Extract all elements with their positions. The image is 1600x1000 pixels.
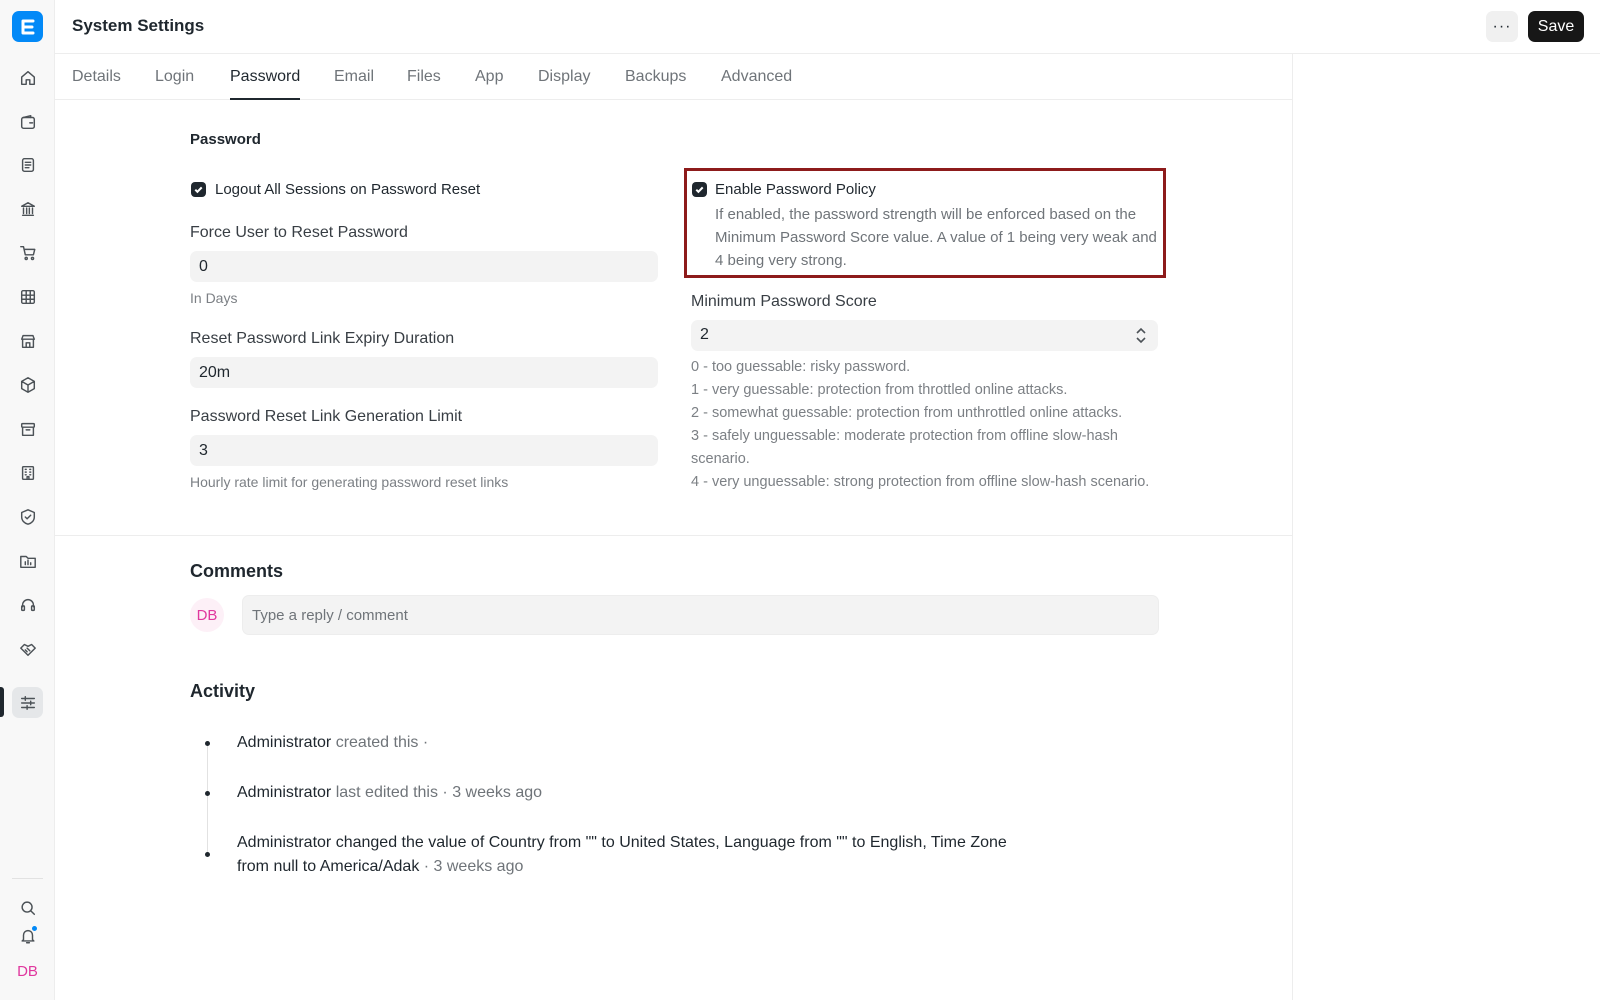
comment-input[interactable] [242, 595, 1159, 635]
gen-limit-help: Hourly rate limit for generating passwor… [190, 474, 509, 490]
user-avatar[interactable]: DB [12, 956, 43, 987]
app-logo-icon[interactable] [12, 11, 43, 42]
activity-item: Administrator last edited this · 3 weeks… [237, 781, 1017, 805]
expiry-label: Reset Password Link Expiry Duration [190, 330, 455, 347]
enable-policy-label: Enable Password Policy [715, 181, 876, 198]
app-root: DB System Settings ··· Save Details Logi… [0, 0, 1600, 1000]
sidebar: DB [0, 0, 55, 1000]
activity-value: United States [619, 834, 716, 851]
home-icon[interactable] [12, 62, 43, 93]
score-help-list: 0 - too guessable: risky password. 1 - v… [691, 356, 1161, 494]
page-title: System Settings [72, 16, 205, 35]
folder-chart-icon[interactable] [12, 545, 43, 576]
activity-text: to [298, 858, 320, 875]
headset-icon[interactable] [12, 589, 43, 620]
tab-advanced[interactable]: Advanced [721, 68, 792, 100]
tab-backups[interactable]: Backups [625, 68, 686, 100]
activity-text: last edited this · 3 weeks ago [335, 784, 543, 801]
right-panel-divider [1292, 54, 1293, 1000]
section-divider [55, 535, 1292, 536]
min-score-label: Minimum Password Score [691, 293, 877, 310]
enable-policy-checkbox[interactable] [692, 182, 707, 197]
tab-details[interactable]: Details [72, 68, 121, 100]
activity-text: changed the value of Country from "" to [331, 834, 620, 851]
comment-avatar: DB [190, 598, 224, 632]
score-help-item: 3 - safely unguessable: moderate protect… [691, 428, 1118, 467]
activity-user[interactable]: Administrator [237, 834, 331, 851]
activity-title: Activity [190, 681, 256, 701]
activity-user[interactable]: Administrator [237, 784, 331, 801]
comments-title: Comments [190, 561, 284, 581]
active-indicator [0, 687, 4, 717]
package-icon[interactable] [12, 369, 43, 400]
top-bar: System Settings ··· Save [55, 0, 1600, 54]
tab-email[interactable]: Email [334, 68, 374, 100]
more-options-button[interactable]: ··· [1486, 11, 1518, 42]
tab-bar: Details Login Password Email Files App D… [55, 54, 1292, 100]
activity-text: created this · [335, 734, 429, 751]
tab-password[interactable]: Password [230, 68, 301, 100]
document-icon[interactable] [12, 149, 43, 180]
force-reset-input[interactable] [190, 251, 658, 282]
logout-all-checkbox[interactable] [191, 182, 206, 197]
search-icon[interactable] [12, 892, 43, 923]
table-icon[interactable] [12, 281, 43, 312]
force-reset-label: Force User to Reset Password [190, 224, 408, 241]
handshake-icon[interactable] [12, 633, 43, 664]
timeline-dot [205, 791, 210, 796]
tab-files[interactable]: Files [407, 68, 441, 100]
tab-login[interactable]: Login [155, 68, 194, 100]
expiry-input[interactable] [190, 357, 658, 388]
store-icon[interactable] [12, 325, 43, 356]
activity-item: Administrator created this · [237, 731, 1017, 755]
score-help-item: 0 - too guessable: risky password. [691, 359, 911, 375]
section-title: Password [190, 131, 261, 148]
tab-display[interactable]: Display [538, 68, 590, 100]
activity-time: · 3 weeks ago [419, 858, 524, 875]
bank-icon[interactable] [12, 193, 43, 224]
archive-icon[interactable] [12, 413, 43, 444]
building-icon[interactable] [12, 457, 43, 488]
timeline-line [207, 743, 208, 856]
activity-user[interactable]: Administrator [237, 734, 331, 751]
shield-icon[interactable] [12, 501, 43, 532]
gen-limit-input[interactable] [190, 435, 658, 466]
policy-help: If enabled, the password strength will b… [715, 206, 1157, 269]
gen-limit-label: Password Reset Link Generation Limit [190, 408, 463, 425]
notification-dot [31, 925, 38, 932]
logout-all-label: Logout All Sessions on Password Reset [215, 181, 481, 198]
activity-value: America/Adak [319, 858, 420, 875]
activity-value: English [869, 834, 923, 851]
timeline-dot [205, 741, 210, 746]
bell-icon[interactable] [12, 920, 43, 951]
tab-app[interactable]: App [475, 68, 503, 100]
chevron-up-down-icon [1134, 327, 1148, 344]
score-help-item: 4 - very unguessable: strong protection … [691, 474, 1150, 490]
min-score-select[interactable]: 2 [691, 320, 1158, 351]
timeline-dot [205, 852, 210, 857]
activity-item: Administrator changed the value of Count… [237, 831, 1017, 879]
cart-icon[interactable] [12, 237, 43, 268]
wallet-icon[interactable] [12, 106, 43, 137]
score-help-item: 1 - very guessable: protection from thro… [691, 382, 1068, 398]
activity-text: , Language from "" to [715, 834, 870, 851]
sliders-icon[interactable] [12, 687, 43, 718]
sidebar-divider [12, 878, 43, 879]
score-help-item: 2 - somewhat guessable: protection from … [691, 405, 1123, 421]
min-score-value: 2 [700, 326, 709, 343]
save-button[interactable]: Save [1528, 11, 1584, 42]
activity-value: null [273, 858, 299, 875]
force-reset-help: In Days [190, 290, 238, 306]
